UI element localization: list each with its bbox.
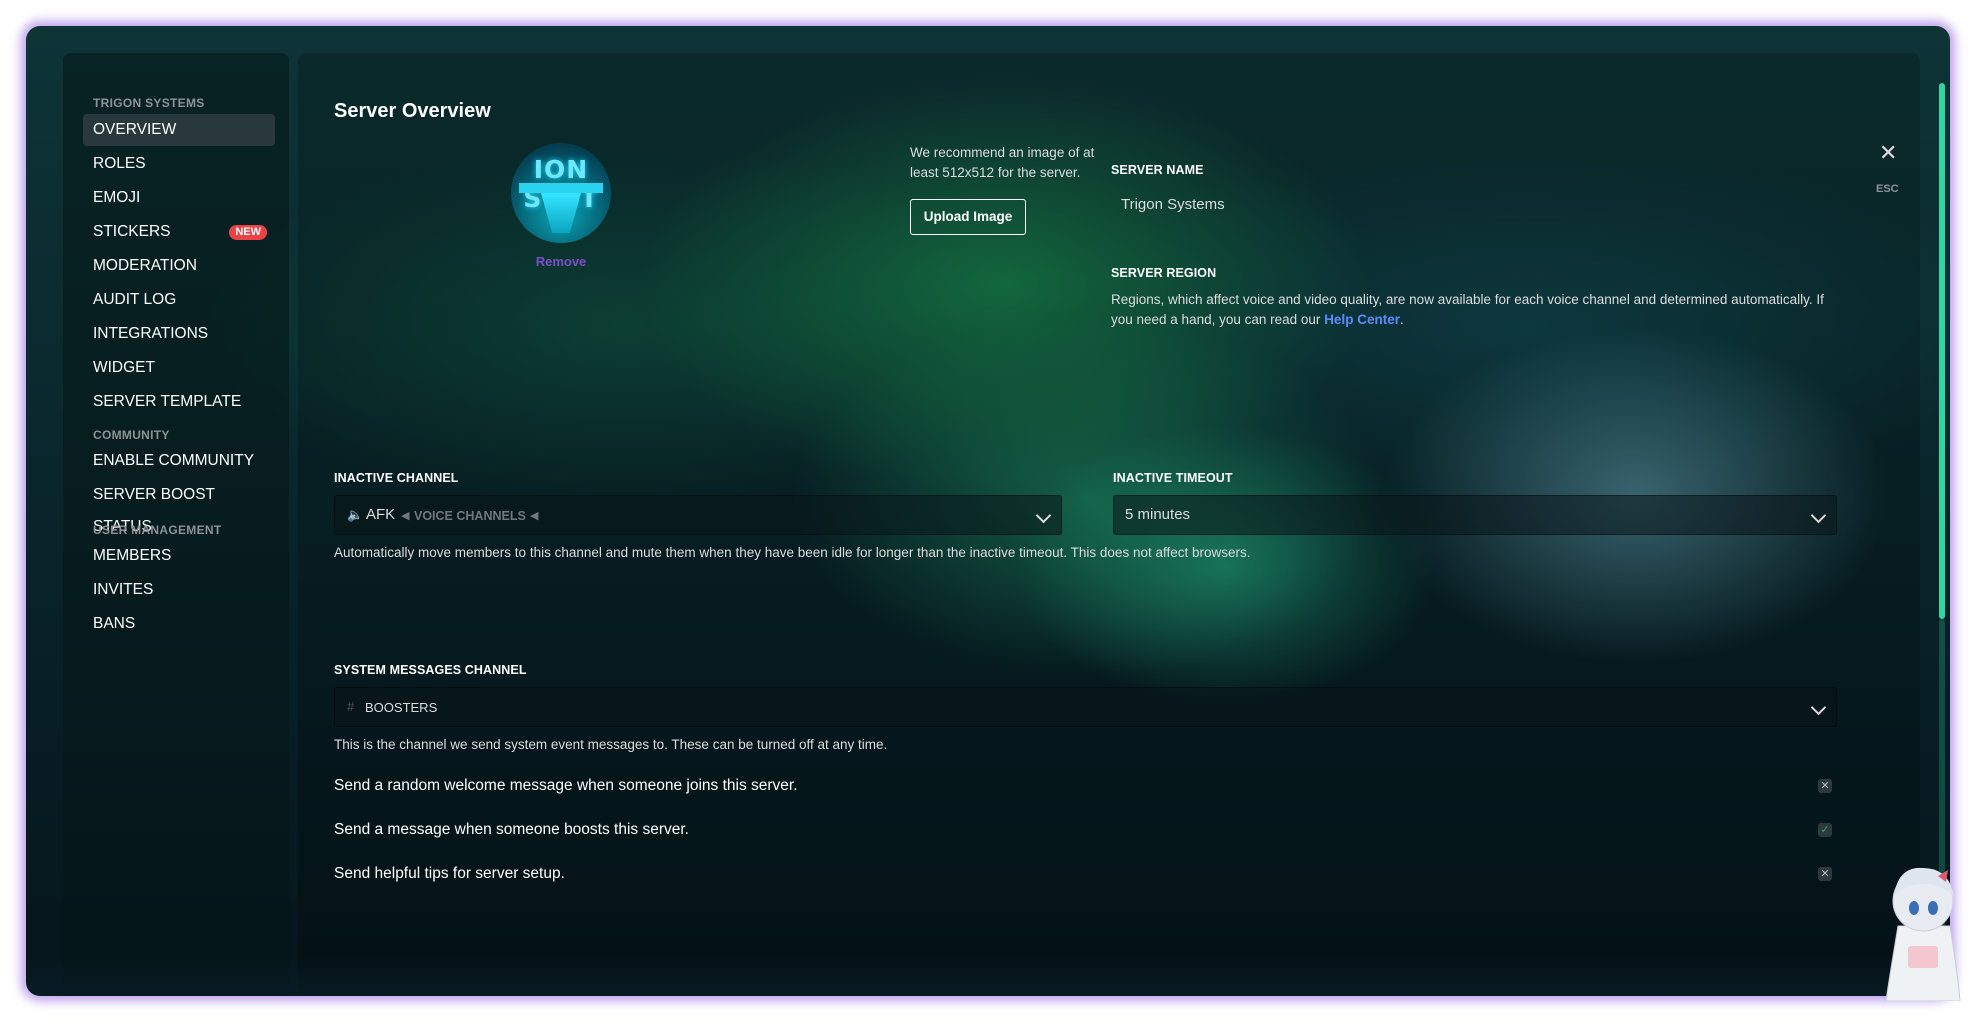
server-region-text: Regions, which affect voice and video qu… (1111, 290, 1841, 330)
sidebar-item-label: MODERATION (93, 257, 197, 274)
new-badge: NEW (229, 225, 267, 240)
server-name-value: Trigon Systems (1121, 196, 1225, 213)
option-boost-toggle[interactable]: ✓ (1818, 823, 1832, 837)
sidebar-item-bans[interactable]: BANS (83, 608, 275, 640)
settings-content: Server Overview ION SYST Remove We recom… (298, 53, 1920, 996)
close-icon[interactable]: ✕ (1879, 140, 1897, 166)
sidebar-item-server-boost-status[interactable]: SERVER BOOST STATUS (83, 479, 275, 535)
inactive-channel-value: AFK (366, 506, 396, 523)
sidebar-item-roles[interactable]: ROLES (83, 148, 275, 180)
inactive-timeout-label: INACTIVE TIMEOUT (1113, 471, 1233, 485)
scrollbar-thumb[interactable] (1939, 83, 1945, 619)
sidebar-item-label: EMOJI (93, 189, 141, 206)
server-region-label: SERVER REGION (1111, 266, 1217, 280)
inactive-channel-select[interactable]: 🔈 AFK ◀ VOICE CHANNELS ◀ (334, 495, 1062, 535)
chevron-down-icon (1035, 507, 1052, 524)
sidebar-item-audit-log[interactable]: AUDIT LOG (83, 284, 275, 316)
server-icon-art (519, 183, 603, 193)
sidebar-item-label: SERVER TEMPLATE (93, 393, 242, 410)
page-title: Server Overview (334, 100, 491, 122)
option-boost-label: Send a message when someone boosts this … (334, 821, 689, 838)
sidebar-item-invites[interactable]: INVITES (83, 574, 275, 606)
close-icon: ✕ (1820, 780, 1830, 792)
sidebar-item-label: AUDIT LOG (93, 291, 177, 308)
sidebar-header-community: COMMUNITY (93, 428, 170, 442)
inactive-channel-label: INACTIVE CHANNEL (334, 471, 459, 485)
inactive-timeout-select[interactable]: 5 minutes (1113, 495, 1837, 535)
sidebar-header-user-management: USER MANAGEMENT (93, 523, 222, 537)
sidebar-item-widget[interactable]: WIDGET (83, 352, 275, 384)
speaker-icon: ◀ (530, 510, 539, 522)
system-channel-help: This is the channel we send system event… (334, 737, 888, 752)
check-icon: ✓ (1820, 824, 1830, 836)
sidebar-header-server: TRIGON SYSTEMS (93, 96, 205, 110)
chevron-down-icon (1810, 507, 1827, 524)
sidebar-item-server-template[interactable]: SERVER TEMPLATE (83, 386, 275, 418)
hashtag-icon: # (347, 699, 355, 714)
sidebar-item-label: MEMBERS (93, 547, 172, 564)
system-channel-value: BOOSTERS (365, 700, 438, 715)
upload-image-button[interactable]: Upload Image (910, 199, 1026, 235)
speaker-icon: 🔈 (347, 507, 364, 522)
inactive-help-text: Automatically move members to this chann… (334, 545, 1251, 560)
sidebar-item-label: BANS (93, 615, 136, 632)
inactive-timeout-value: 5 minutes (1125, 506, 1191, 523)
sidebar-item-members[interactable]: MEMBERS (83, 540, 275, 572)
sidebar-item-integrations[interactable]: INTEGRATIONS (83, 318, 275, 350)
option-welcome-label: Send a random welcome message when someo… (334, 777, 798, 794)
help-center-link[interactable]: Help Center (1324, 312, 1400, 327)
sidebar-item-label: OVERVIEW (93, 121, 177, 138)
sidebar-item-label: ENABLE COMMUNITY (93, 452, 255, 469)
settings-sidebar: TRIGON SYSTEMS OVERVIEW ROLES EMOJI STIC… (63, 53, 289, 996)
option-tips-label: Send helpful tips for server setup. (334, 865, 565, 882)
upload-hint: We recommend an image of at least 512x51… (910, 145, 1095, 180)
system-channel-label: SYSTEM MESSAGES CHANNEL (334, 663, 527, 677)
sidebar-item-label: STICKERS (93, 223, 171, 240)
mascot-character-image (1885, 867, 1961, 1001)
sidebar-item-label: INVITES (93, 581, 154, 598)
chevron-down-icon (1810, 699, 1827, 716)
remove-icon-link[interactable]: Remove (298, 254, 824, 269)
period: . (1399, 312, 1404, 327)
inactive-channel-category: VOICE CHANNELS (414, 509, 526, 523)
app-window: TRIGON SYSTEMS OVERVIEW ROLES EMOJI STIC… (26, 26, 1950, 996)
server-name-field[interactable]: Trigon Systems (1111, 185, 1831, 225)
sidebar-item-overview[interactable]: OVERVIEW (83, 114, 275, 146)
close-icon: ✕ (1820, 868, 1830, 880)
sidebar-item-label: INTEGRATIONS (93, 325, 209, 342)
sidebar-item-enable-community[interactable]: ENABLE COMMUNITY (83, 445, 275, 477)
sidebar-item-moderation[interactable]: MODERATION (83, 250, 275, 282)
server-region-description: Regions, which affect voice and video qu… (1111, 292, 1824, 327)
server-name-label: SERVER NAME (1111, 163, 1204, 177)
system-channel-select[interactable]: # BOOSTERS (334, 687, 1837, 727)
sidebar-item-emoji[interactable]: EMOJI (83, 182, 275, 214)
server-icon[interactable]: ION SYST (511, 143, 611, 243)
sidebar-item-label: ROLES (93, 155, 146, 172)
sidebar-item-label: WIDGET (93, 359, 155, 376)
speaker-icon: ◀ (401, 510, 410, 522)
sidebar-item-stickers[interactable]: STICKERS NEW (83, 216, 275, 248)
server-icon-art (541, 193, 581, 233)
esc-label: ESC (1876, 183, 1899, 195)
option-welcome-toggle[interactable]: ✕ (1818, 779, 1832, 793)
option-tips-toggle[interactable]: ✕ (1818, 867, 1832, 881)
